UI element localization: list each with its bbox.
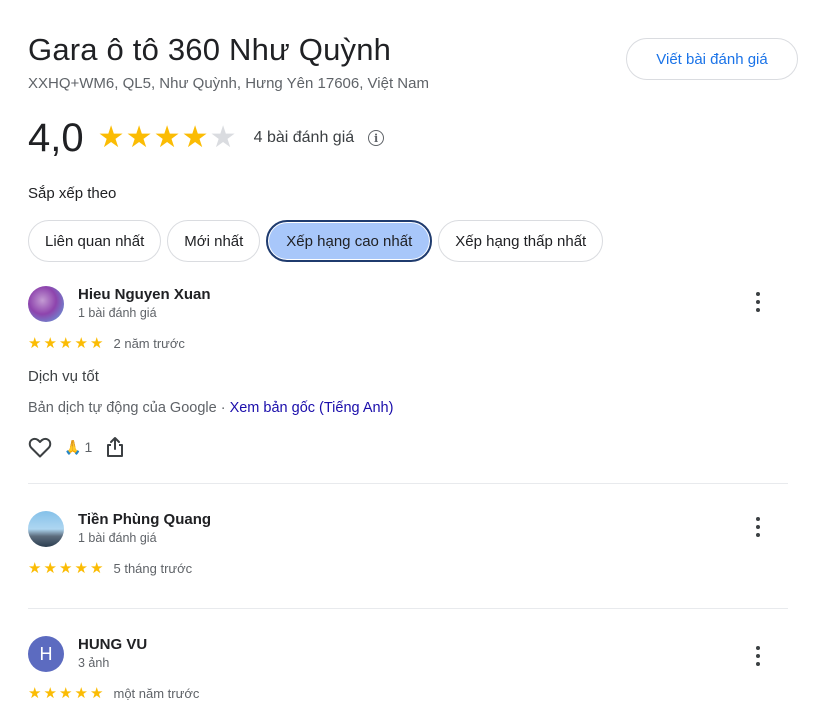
avatar[interactable] (28, 286, 64, 322)
sort-label: Sắp xếp theo (28, 185, 117, 202)
reviewer-name[interactable]: Tiền Phùng Quang (78, 511, 211, 528)
star-icon: ★ (59, 335, 73, 352)
reaction-count-value: 1 (84, 439, 93, 455)
more-vert-icon[interactable] (748, 290, 768, 314)
star-icon: ★ (59, 685, 73, 702)
reviewer-meta: 1 bài đánh giá (78, 306, 157, 320)
divider (28, 608, 788, 609)
write-review-button[interactable]: Viết bài đánh giá (626, 38, 798, 80)
sort-chip-highest[interactable]: Xếp hạng cao nhất (266, 220, 433, 262)
avatar[interactable] (28, 511, 64, 547)
reaction-count[interactable]: 🙏 1 (64, 439, 92, 456)
star-icon: ★ (28, 335, 42, 352)
more-vert-icon[interactable] (748, 515, 768, 539)
place-header: Gara ô tô 360 Như Quỳnh XXHQ+WM6, QL5, N… (28, 30, 800, 92)
review-text: Dịch vụ tốt (28, 368, 99, 385)
reviewer-name[interactable]: Hieu Nguyen Xuan (78, 286, 211, 303)
review-date: 5 tháng trước (113, 560, 193, 576)
star-icon: ★ (74, 335, 88, 352)
avatar[interactable]: H (28, 636, 64, 672)
review-item: H HUNG VU 3 ảnh ★ ★ ★ ★ ★ một năm trước (28, 636, 788, 714)
sort-chips: Liên quan nhất Mới nhất Xếp hạng cao nhấ… (28, 220, 609, 262)
star-icon: ★ (74, 560, 88, 577)
star-icon: ★ (59, 560, 73, 577)
review-item: Hieu Nguyen Xuan 1 bài đánh giá ★ ★ ★ ★ ★ 2 … (28, 286, 788, 466)
pray-icon: 🙏 (64, 438, 82, 455)
star-icon: ★ (90, 685, 104, 702)
review-stars: ★ ★ ★ ★ ★ một năm trước (28, 684, 199, 702)
view-original-link[interactable]: Xem bản gốc (Tiếng Anh) (230, 400, 394, 416)
reviewer-meta: 3 ảnh (78, 656, 110, 670)
info-icon[interactable]: i (368, 130, 385, 146)
translation-note: Bản dịch tự động của Google (28, 400, 217, 416)
more-vert-icon[interactable] (748, 644, 768, 668)
star-icon: ★ (28, 685, 42, 702)
share-icon[interactable] (106, 436, 124, 458)
star-icon: ★ (125, 121, 153, 154)
reviewer-meta: 1 bài đánh giá (78, 531, 157, 545)
review-date: một năm trước (113, 685, 200, 701)
sort-chip-relevant[interactable]: Liên quan nhất (28, 220, 162, 262)
star-icon: ★ (181, 121, 209, 154)
star-icon: ★ (28, 560, 42, 577)
star-icon: ★ (90, 560, 104, 577)
star-icon: ★ (43, 560, 57, 577)
sort-chip-newest[interactable]: Mới nhất (167, 220, 261, 262)
review-actions: 🙏 1 (28, 436, 124, 458)
review-count: 4 bài đánh giá (253, 129, 355, 146)
rating-value: 4,0 (28, 116, 84, 160)
review-date: 2 năm trước (113, 335, 185, 351)
star-icon: ★ (97, 121, 125, 154)
star-icon: ★ (74, 685, 88, 702)
divider (28, 483, 788, 484)
heart-icon[interactable] (28, 436, 52, 458)
review-stars: ★ ★ ★ ★ ★ 2 năm trước (28, 334, 185, 352)
star-empty-icon: ★ (209, 121, 237, 154)
rating-summary: 4,0 ★ ★ ★ ★ ★ 4 bài đánh giá i (28, 116, 385, 160)
review-item: Tiền Phùng Quang 1 bài đánh giá ★ ★ ★ ★ ★ 5 … (28, 511, 788, 591)
translation-line: Bản dịch tự động của Google · Xem bản gố… (28, 400, 393, 416)
review-stars: ★ ★ ★ ★ ★ 5 tháng trước (28, 559, 192, 577)
sort-chip-lowest[interactable]: Xếp hạng thấp nhất (438, 220, 604, 262)
reviewer-name[interactable]: HUNG VU (78, 636, 147, 653)
translation-separator: · (216, 400, 230, 416)
rating-stars: ★ ★ ★ ★ ★ (98, 123, 238, 153)
star-icon: ★ (153, 121, 181, 154)
star-icon: ★ (43, 335, 57, 352)
star-icon: ★ (43, 685, 57, 702)
star-icon: ★ (90, 335, 104, 352)
